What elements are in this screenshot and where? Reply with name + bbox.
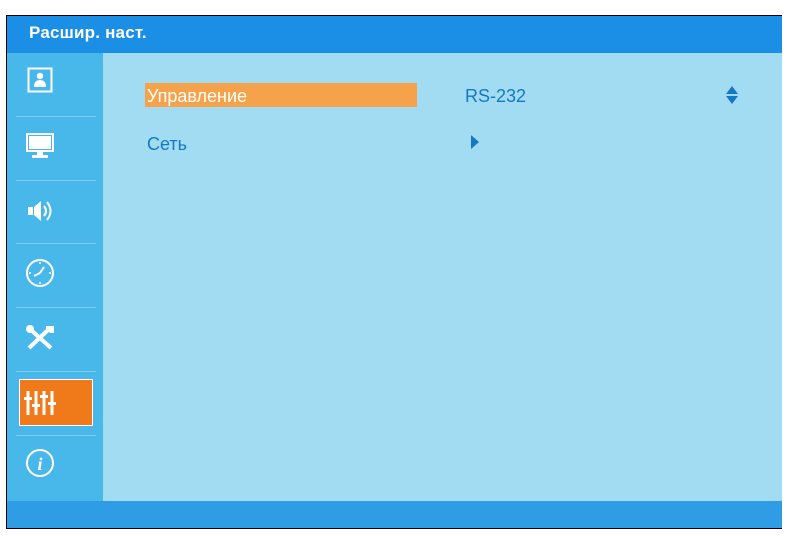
sliders-icon[interactable]	[20, 383, 60, 423]
display-icon[interactable]	[20, 126, 60, 166]
footer-bar	[7, 501, 782, 528]
sidebar-divider	[16, 435, 96, 436]
info-icon[interactable]: i	[20, 443, 60, 483]
up-down-arrows-icon[interactable]	[725, 85, 739, 110]
picture-icon[interactable]	[20, 60, 60, 100]
sidebar-divider	[16, 307, 96, 308]
sidebar-divider	[16, 116, 96, 117]
menu-item-control-label[interactable]: Управление	[147, 86, 247, 107]
sidebar-divider	[16, 180, 96, 181]
svg-text:i: i	[37, 454, 42, 474]
volume-icon[interactable]	[20, 191, 60, 231]
sidebar-divider	[16, 243, 96, 244]
sidebar-divider	[16, 371, 96, 372]
menu-item-control-value[interactable]: RS-232	[465, 86, 526, 107]
menu-item-network-label[interactable]: Сеть	[147, 134, 187, 155]
content-panel	[103, 53, 782, 501]
page-title: Расшир. наст.	[29, 23, 147, 42]
clock-icon[interactable]	[20, 253, 60, 293]
tools-icon[interactable]	[20, 318, 60, 358]
chevron-right-icon[interactable]	[470, 134, 480, 155]
